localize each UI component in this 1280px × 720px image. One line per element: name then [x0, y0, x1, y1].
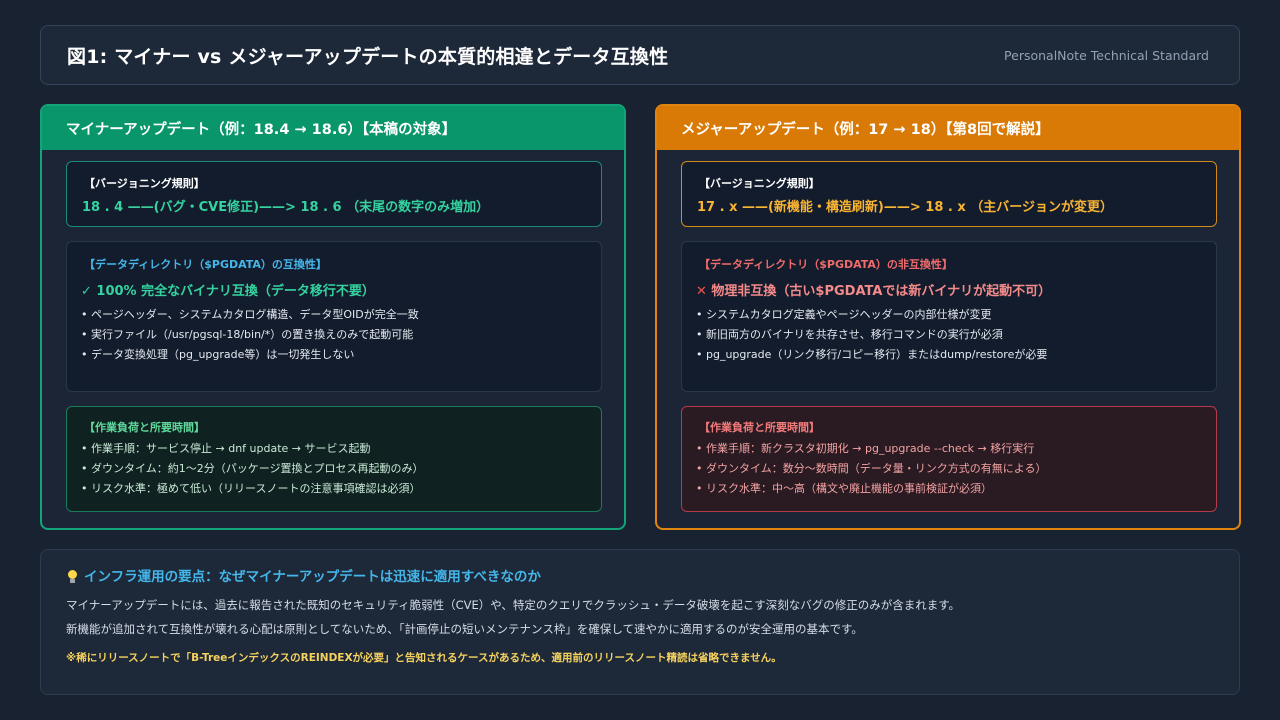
minor-update-panel: マイナーアップデート（例：18.4 → 18.6）【本稿の対象】 【バージョニン… [40, 104, 626, 530]
minor-versioning-rule-box: 【バージョニング規則】 18 . 4 ——(バグ・CVE修正)——> 18 . … [66, 161, 602, 227]
ops-notes-line-2: 新機能が追加されて互換性が壊れる心配は原則としてないため、「計画停止の短いメンテ… [66, 622, 863, 636]
minor-compat-verdict: 100% 完全なバイナリ互換（データ移行不要） [81, 280, 374, 299]
list-item: リスク水準：中〜高（構文や廃止機能の事前検証が必須） [696, 479, 1046, 499]
list-item: ダウンタイム：数分〜数時間（データ量・リンク方式の有無による） [696, 459, 1046, 479]
major-update-panel: メジャーアップデート（例：17 → 18）【第8回で解説】 【バージョニング規則… [655, 104, 1241, 530]
list-item: 新旧両方のバイナリを共存させ、移行コマンドの実行が必須 [696, 325, 1047, 345]
minor-rule-label: 【バージョニング規則】 [84, 177, 205, 190]
list-item: データ変換処理（pg_upgrade等）は一切発生しない [81, 345, 419, 365]
ops-notes-title-row: インフラ運用の要点：なぜマイナーアップデートは迅速に適用すべきなのか [67, 565, 541, 585]
list-item: システムカタログ定義やページヘッダーの内部仕様が変更 [696, 305, 1047, 325]
list-item: pg_upgrade（リンク移行/コピー移行）またはdump/restoreが必… [696, 345, 1047, 365]
minor-compat-box: 【データディレクトリ（$PGDATA）の互換性】 100% 完全なバイナリ互換（… [66, 241, 602, 392]
list-item: ダウンタイム：約1〜2分（パッケージ置換とプロセス再起動のみ） [81, 459, 424, 479]
major-versioning-rule-box: 【バージョニング規則】 17 . x ——(新機能・構造刷新)——> 18 . … [681, 161, 1217, 227]
minor-compat-list: ページヘッダー、システムカタログ構造、データ型OIDが完全一致 実行ファイル（/… [81, 305, 419, 365]
figure-subtitle: PersonalNote Technical Standard [1004, 47, 1209, 63]
figure-header: 図1: マイナー vs メジャーアップデートの本質的相違とデータ互換性 Pers… [40, 25, 1240, 85]
major-effort-label: 【作業負荷と所要時間】 [699, 421, 820, 434]
major-panel-heading: メジャーアップデート（例：17 → 18）【第8回で解説】 [657, 106, 1239, 150]
list-item: ページヘッダー、システムカタログ構造、データ型OIDが完全一致 [81, 305, 419, 325]
major-compat-label: 【データディレクトリ（$PGDATA）の非互換性】 [699, 258, 953, 271]
ops-notes-warning: ※稀にリリースノートで「B-TreeインデックスのREINDEXが必要」と告知さ… [66, 652, 782, 664]
major-rule-label: 【バージョニング規則】 [699, 177, 820, 190]
list-item: 作業手順：サービス停止 → dnf update → サービス起動 [81, 439, 424, 459]
major-effort-list: 作業手順：新クラスタ初期化 → pg_upgrade --check → 移行実… [696, 439, 1046, 499]
major-compat-list: システムカタログ定義やページヘッダーの内部仕様が変更 新旧両方のバイナリを共存さ… [696, 305, 1047, 365]
lightbulb-icon [67, 570, 78, 583]
minor-effort-list: 作業手順：サービス停止 → dnf update → サービス起動 ダウンタイム… [81, 439, 424, 499]
minor-compat-label: 【データディレクトリ（$PGDATA）の互換性】 [84, 258, 327, 271]
minor-rule-formula: 18 . 4 ——(バグ・CVE修正)——> 18 . 6 （末尾の数字のみ増加… [82, 200, 490, 215]
ops-notes-panel: インフラ運用の要点：なぜマイナーアップデートは迅速に適用すべきなのか マイナーア… [40, 549, 1240, 695]
list-item: リスク水準：極めて低い（リリースノートの注意事項確認は必須） [81, 479, 424, 499]
list-item: 作業手順：新クラスタ初期化 → pg_upgrade --check → 移行実… [696, 439, 1046, 459]
ops-notes-title: インフラ運用の要点：なぜマイナーアップデートは迅速に適用すべきなのか [84, 569, 541, 585]
major-rule-formula: 17 . x ——(新機能・構造刷新)——> 18 . x （主バージョンが変更… [697, 200, 1114, 215]
major-effort-box: 【作業負荷と所要時間】 作業手順：新クラスタ初期化 → pg_upgrade -… [681, 406, 1217, 512]
minor-effort-box: 【作業負荷と所要時間】 作業手順：サービス停止 → dnf update → サ… [66, 406, 602, 512]
ops-notes-line-1: マイナーアップデートには、過去に報告された既知のセキュリティ脆弱性（CVE）や、… [66, 598, 961, 612]
figure-title: 図1: マイナー vs メジャーアップデートの本質的相違とデータ互換性 [67, 45, 669, 68]
major-compat-verdict: 物理非互換（古い$PGDATAでは新バイナリが起動不可） [696, 280, 1051, 299]
minor-panel-heading: マイナーアップデート（例：18.4 → 18.6）【本稿の対象】 [42, 106, 624, 150]
minor-effort-label: 【作業負荷と所要時間】 [84, 421, 205, 434]
major-compat-box: 【データディレクトリ（$PGDATA）の非互換性】 物理非互換（古い$PGDAT… [681, 241, 1217, 392]
list-item: 実行ファイル（/usr/pgsql-18/bin/*）の置き換えのみで起動可能 [81, 325, 419, 345]
